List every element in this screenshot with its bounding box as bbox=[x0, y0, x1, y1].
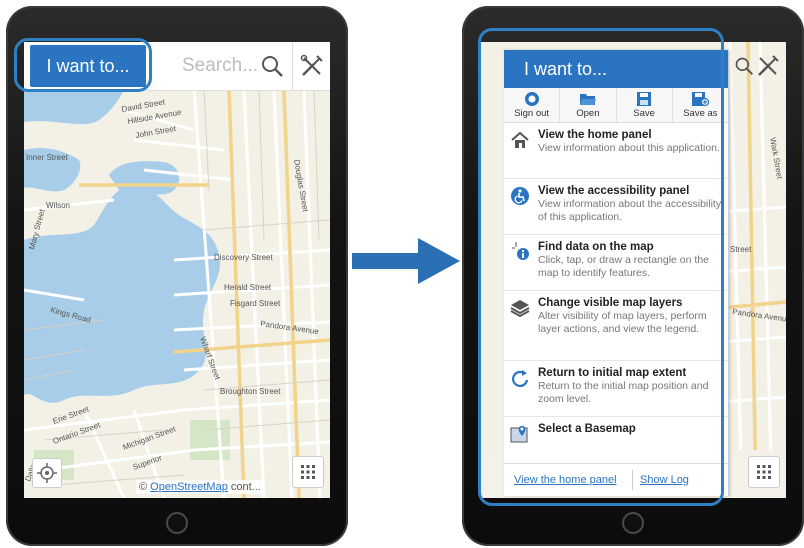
toolbar-grid-button-right[interactable] bbox=[748, 456, 780, 488]
tools-icon-right[interactable] bbox=[756, 54, 780, 78]
map-label-street: Street bbox=[730, 245, 752, 254]
map-label-fisgard-street: Fisgard Street bbox=[230, 299, 281, 308]
map-label-broughton: Broughton Street bbox=[220, 387, 281, 396]
map-label-wilson: Wilson bbox=[46, 201, 70, 210]
locate-icon bbox=[37, 463, 57, 483]
attribution-copyright: © bbox=[139, 481, 148, 493]
locate-button[interactable] bbox=[32, 458, 62, 488]
left-map-screen[interactable]: Inner Street David Street Hillside Avenu… bbox=[24, 42, 330, 498]
search-input[interactable]: Search... bbox=[182, 42, 258, 90]
tools-icon bbox=[300, 54, 323, 76]
map-label-discovery-street: Discovery Street bbox=[214, 253, 273, 262]
map-attribution: © OpenStreetMap cont... bbox=[136, 480, 264, 494]
panel-highlight-ring bbox=[478, 28, 724, 506]
transition-arrow-icon bbox=[352, 238, 460, 284]
attribution-suffix: cont... bbox=[230, 481, 261, 493]
left-tablet-home-button bbox=[166, 512, 188, 534]
openstreetmap-link[interactable]: OpenStreetMap bbox=[150, 481, 228, 493]
map-label-inner-street: Inner Street bbox=[26, 153, 69, 162]
i-want-to-highlight-ring bbox=[14, 38, 152, 92]
search-icon-right[interactable] bbox=[734, 56, 754, 76]
map-canvas[interactable]: Inner Street David Street Hillside Avenu… bbox=[24, 90, 330, 498]
tools-button[interactable] bbox=[292, 42, 330, 90]
grid-icon bbox=[301, 465, 315, 479]
search-icon[interactable] bbox=[260, 54, 284, 78]
map-label-herald-street: Herald Street bbox=[224, 283, 272, 292]
right-tablet-home-button bbox=[622, 512, 644, 534]
grid-icon-right bbox=[757, 465, 771, 479]
toolbar-grid-button[interactable] bbox=[292, 456, 324, 488]
